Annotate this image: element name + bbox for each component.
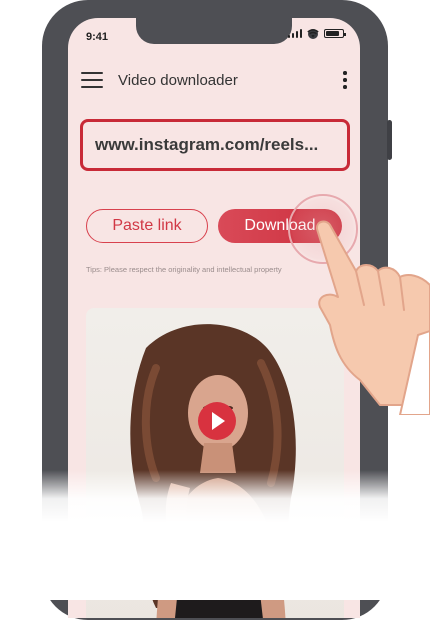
url-input[interactable] (83, 122, 347, 168)
app-bar: Video downloader (68, 68, 360, 96)
status-icons (287, 29, 346, 38)
wifi-icon (307, 29, 319, 38)
play-icon[interactable] (198, 402, 236, 440)
phone-side-button (387, 120, 392, 160)
pointing-hand-icon (315, 220, 430, 415)
phone-notch (136, 18, 318, 44)
tips-text: Tips: Please respect the originality and… (86, 265, 282, 274)
url-field-container (80, 119, 350, 171)
paste-link-button[interactable]: Paste link (86, 209, 208, 243)
battery-icon (324, 29, 346, 38)
status-time: 9:41 (86, 31, 109, 43)
app-title: Video downloader (118, 72, 238, 89)
signal-icon (287, 29, 302, 38)
more-vertical-icon[interactable] (342, 71, 348, 93)
bottom-fade-overlay (0, 470, 430, 600)
hamburger-menu-icon[interactable] (81, 72, 103, 90)
